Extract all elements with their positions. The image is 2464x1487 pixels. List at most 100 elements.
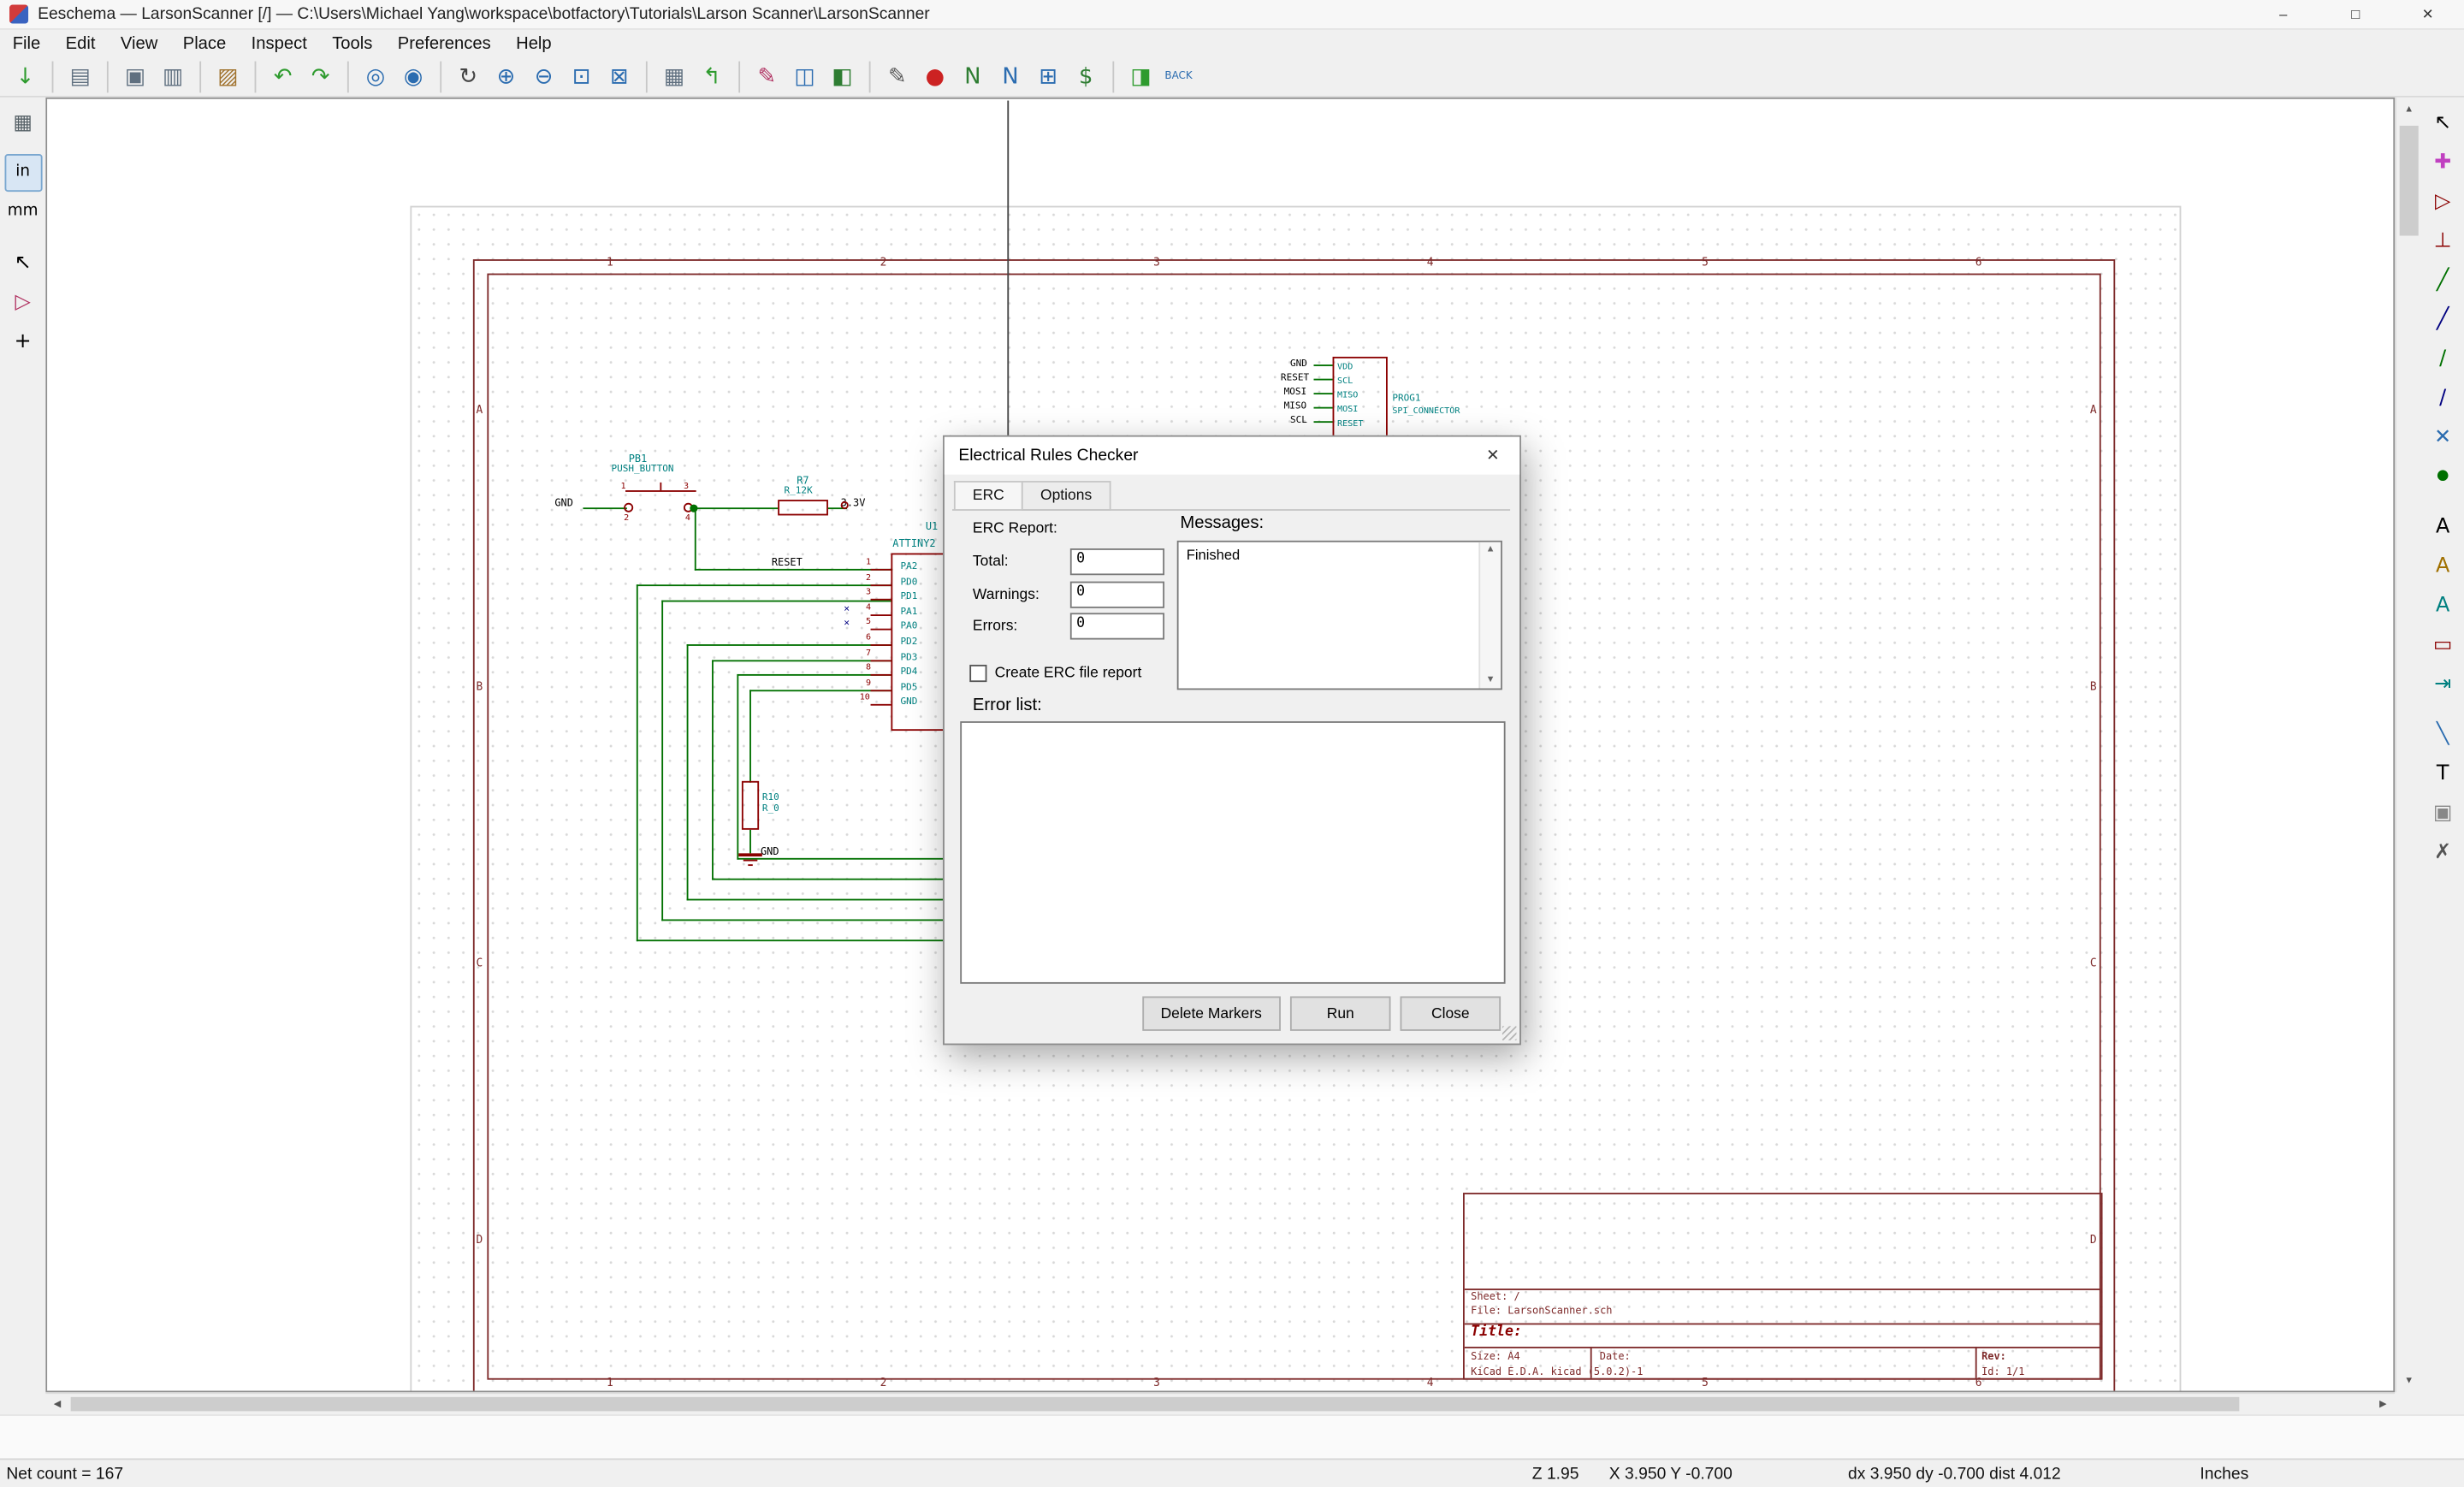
- canvas-label: A: [2089, 404, 2097, 417]
- close-button[interactable]: ✕: [2392, 0, 2464, 28]
- component-outline: [741, 780, 760, 830]
- run-erc-button[interactable]: ●: [916, 57, 954, 95]
- undo-button[interactable]: ↶: [264, 57, 302, 95]
- tab-options[interactable]: Options: [1021, 481, 1111, 511]
- units-inches-button[interactable]: in: [3, 153, 42, 193]
- scroll-left-icon[interactable]: ◀: [45, 1394, 69, 1414]
- title-block-line: [1464, 1347, 2101, 1348]
- vertical-scroll-thumb[interactable]: [2399, 125, 2419, 236]
- net-label-tool-icon: A: [2436, 514, 2450, 539]
- highlight-net-tool-button[interactable]: ✚: [2424, 143, 2461, 181]
- canvas-label: PUSH_BUTTON: [611, 463, 674, 475]
- back-annotate-button[interactable]: BACK: [1160, 57, 1198, 95]
- redo-button[interactable]: ↷: [302, 57, 340, 95]
- sheet-pin-tool-button[interactable]: ⇥: [2424, 665, 2461, 702]
- menu-place[interactable]: Place: [170, 31, 239, 56]
- create-erc-report-checkbox[interactable]: Create ERC file report: [969, 664, 1141, 683]
- place-bus-tool-button[interactable]: ╱: [2424, 300, 2461, 338]
- delete-markers-button[interactable]: Delete Markers: [1141, 996, 1281, 1031]
- symbol-fields-table-button[interactable]: ⊞: [1029, 57, 1067, 95]
- menu-help[interactable]: Help: [503, 31, 564, 56]
- dialog-close-icon[interactable]: ✕: [1466, 437, 1519, 475]
- menu-file[interactable]: File: [0, 31, 53, 56]
- text-tool-button[interactable]: T: [2424, 755, 2461, 792]
- wire-to-bus-entry-tool-button[interactable]: /: [2424, 340, 2461, 377]
- symbol-browser-button[interactable]: ◫: [785, 57, 823, 95]
- wire-segment: [870, 703, 891, 706]
- messages-scrollbar[interactable]: ▲ ▼: [1478, 542, 1502, 689]
- plot-button[interactable]: ▥: [154, 57, 192, 95]
- cursor-tool-button[interactable]: ↖: [2424, 104, 2461, 141]
- scroll-up-icon[interactable]: ▲: [1480, 545, 1501, 554]
- minimize-button[interactable]: –: [2248, 0, 2319, 28]
- resize-grip[interactable]: [1502, 1026, 1517, 1040]
- menu-tools[interactable]: Tools: [320, 31, 386, 56]
- generate-bom-button[interactable]: $: [1067, 57, 1105, 95]
- show-hidden-pins-button[interactable]: ▷: [4, 283, 42, 321]
- menu-preferences[interactable]: Preferences: [385, 31, 503, 56]
- menu-edit[interactable]: Edit: [53, 31, 108, 56]
- scroll-down-icon[interactable]: ▼: [2396, 1369, 2421, 1393]
- global-label-tool-button[interactable]: A: [2424, 547, 2461, 584]
- units-mm-button[interactable]: mm: [4, 193, 42, 231]
- zoom-selection-button[interactable]: ⊠: [601, 57, 638, 95]
- messages-box[interactable]: Finished ▲ ▼: [1176, 540, 1502, 690]
- find-button[interactable]: ◎: [357, 57, 394, 95]
- scroll-down-icon[interactable]: ▼: [1480, 676, 1501, 685]
- leave-sheet-button[interactable]: ↰: [693, 57, 731, 95]
- net-label-tool-button[interactable]: A: [2424, 507, 2461, 545]
- maximize-button[interactable]: □: [2319, 0, 2391, 28]
- no-connect-tool-button[interactable]: ✕: [2424, 418, 2461, 456]
- scroll-right-icon[interactable]: ▶: [2372, 1394, 2396, 1414]
- dialog-title[interactable]: Electrical Rules Checker: [944, 436, 1520, 475]
- save-button[interactable]: ↓: [6, 57, 44, 95]
- zoom-fit-button[interactable]: ⊡: [563, 57, 601, 95]
- field-input[interactable]: 0: [1069, 581, 1165, 608]
- error-list-box[interactable]: [960, 721, 1506, 984]
- hierarchical-label-tool-button[interactable]: A: [2424, 586, 2461, 624]
- close-button[interactable]: Close: [1400, 996, 1502, 1031]
- zoom-out-button[interactable]: ⊖: [524, 57, 562, 95]
- bus-to-bus-entry-tool-button[interactable]: /: [2424, 379, 2461, 417]
- navigate-hierarchy-button[interactable]: ▦: [655, 57, 693, 95]
- crosshair-cursor-button[interactable]: +: [4, 323, 42, 360]
- redraw-button[interactable]: ↻: [449, 57, 487, 95]
- generate-netlist-button[interactable]: N: [954, 57, 992, 95]
- field-input[interactable]: 0: [1069, 613, 1165, 640]
- menu-inspect[interactable]: Inspect: [239, 31, 320, 56]
- cursor-delta: dx 3.950 dy -0.700 dist 4.012: [1847, 1464, 2061, 1484]
- horizontal-scroll-thumb[interactable]: [70, 1396, 2240, 1412]
- place-wire-tool-button[interactable]: ╱: [2424, 261, 2461, 299]
- cursor-shape-button[interactable]: ↖: [4, 244, 42, 281]
- symbol-editor-button[interactable]: ✎: [748, 57, 785, 95]
- place-power-tool-button[interactable]: ⊥: [2424, 222, 2461, 259]
- run-button[interactable]: Run: [1289, 996, 1391, 1031]
- line-tool-button[interactable]: ╲: [2424, 715, 2461, 753]
- print-button[interactable]: ▣: [116, 57, 154, 95]
- assign-footprints-button[interactable]: ◨: [1122, 57, 1159, 95]
- sheet-tool-button[interactable]: ▭: [2424, 625, 2461, 663]
- menu-view[interactable]: View: [108, 31, 170, 56]
- zoom-in-button[interactable]: ⊕: [487, 57, 524, 95]
- wire-segment: [660, 482, 662, 491]
- wire-segment: [870, 644, 891, 646]
- sheet-pin-tool-icon: ⇥: [2434, 672, 2452, 696]
- vertical-scrollbar[interactable]: ▲ ▼: [2395, 97, 2422, 1393]
- export-netlist-button[interactable]: N: [992, 57, 1029, 95]
- tab-erc[interactable]: ERC: [953, 481, 1023, 511]
- delete-tool-button[interactable]: ✗: [2424, 832, 2461, 870]
- annotate-button[interactable]: ✎: [879, 57, 916, 95]
- find-replace-button[interactable]: ◉: [394, 57, 432, 95]
- footprint-editor-button[interactable]: ◧: [823, 57, 861, 95]
- horizontal-scrollbar[interactable]: ◀ ▶: [45, 1392, 2396, 1415]
- field-input[interactable]: 0: [1069, 548, 1165, 576]
- place-symbol-tool-button[interactable]: ▷: [2424, 182, 2461, 220]
- checkbox-box[interactable]: [969, 664, 987, 683]
- titlebar[interactable]: Eeschema — LarsonScanner [/] — C:\Users\…: [0, 0, 2464, 30]
- page-settings-button[interactable]: ▤: [62, 57, 99, 95]
- grid-toggle-button[interactable]: ▦: [4, 104, 42, 141]
- image-tool-button[interactable]: ▣: [2424, 794, 2461, 832]
- junction-tool-button[interactable]: ●: [2424, 457, 2461, 495]
- paste-button[interactable]: ▨: [209, 57, 246, 95]
- scroll-up-icon[interactable]: ▲: [2396, 98, 2421, 121]
